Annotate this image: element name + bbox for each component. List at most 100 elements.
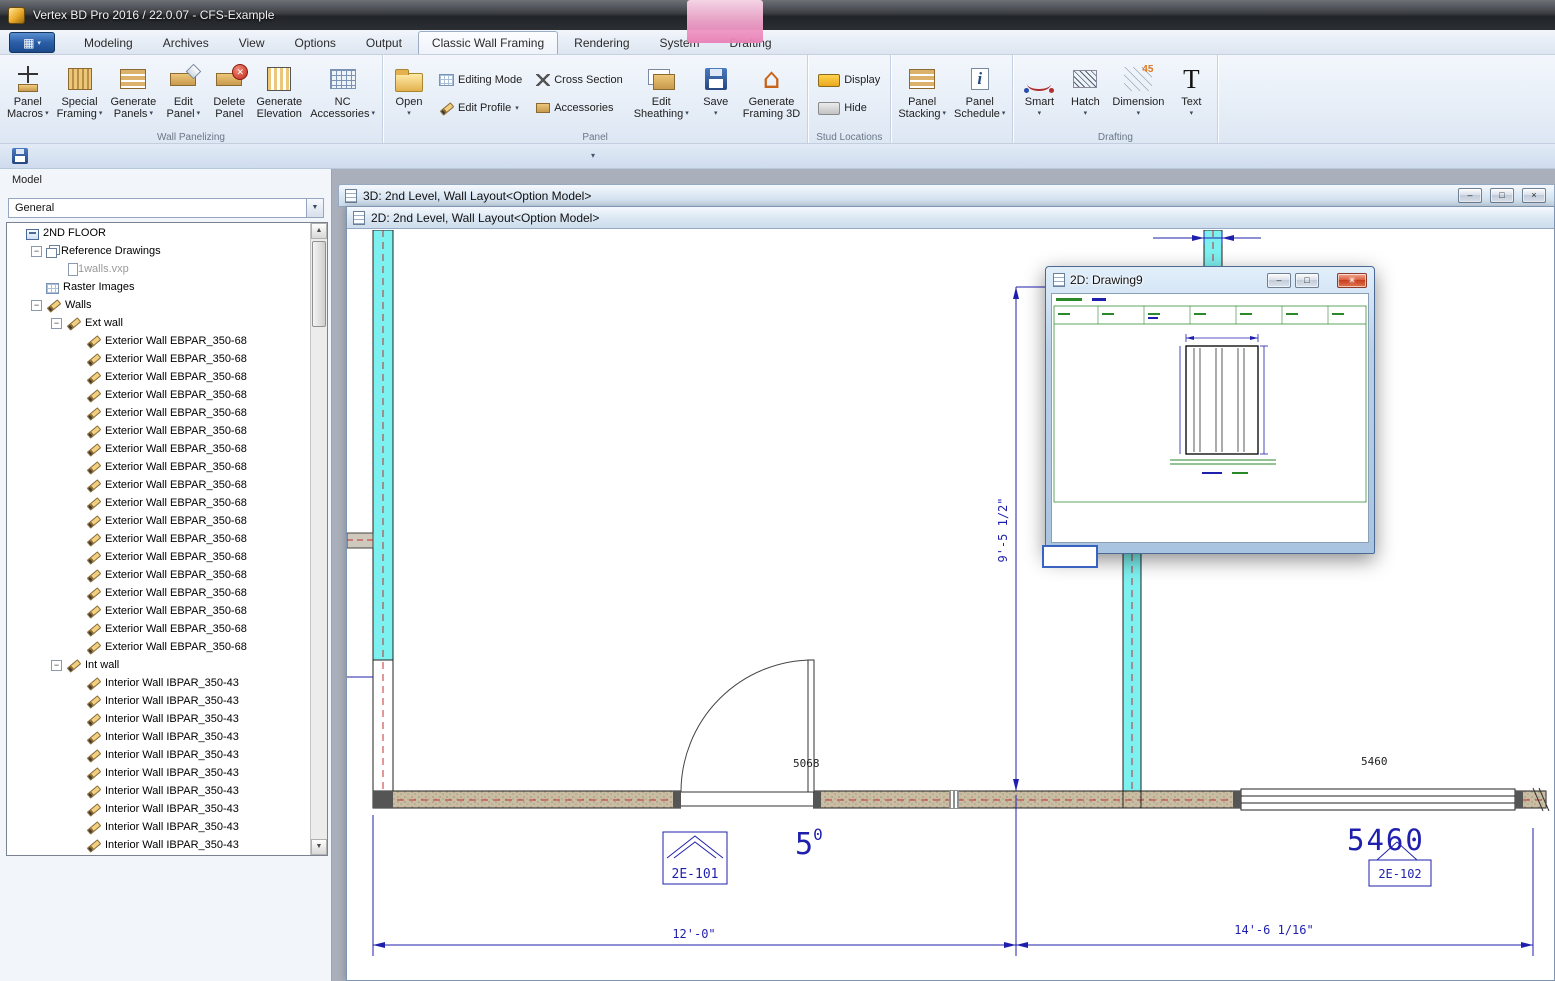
dimension-button[interactable]: Dimension▾	[1108, 57, 1168, 129]
tree-item[interactable]: Exterior Wall EBPAR_350-68	[7, 584, 310, 602]
save-icon[interactable]	[12, 148, 28, 164]
tree-item[interactable]: 1walls.vxp	[7, 260, 310, 278]
generate-elevation-button[interactable]: GenerateElevation	[252, 57, 306, 129]
close-icon[interactable]: ×	[1522, 188, 1546, 203]
tree-item[interactable]: Interior Wall IBPAR_350-43	[7, 746, 310, 764]
tree-expander[interactable]: −	[31, 300, 42, 311]
tree-scrollbar[interactable]: ▲ ▼	[310, 223, 327, 855]
button-label: Edit	[174, 96, 193, 108]
smart-button[interactable]: Smart▾	[1016, 57, 1062, 129]
tab-options[interactable]: Options	[281, 31, 350, 54]
tree-item[interactable]: Exterior Wall EBPAR_350-68	[7, 512, 310, 530]
nc-accessories-button[interactable]: NCAccessories▾	[306, 57, 379, 129]
generate-panels-button[interactable]: GeneratePanels▾	[106, 57, 160, 129]
tab-output[interactable]: Output	[352, 31, 416, 54]
tree-item[interactable]: Exterior Wall EBPAR_350-68	[7, 404, 310, 422]
open-button[interactable]: Open▾	[386, 57, 432, 129]
cross-section-button[interactable]: Cross Section	[531, 69, 627, 91]
close-icon[interactable]: ×	[1337, 273, 1367, 288]
tree-expander[interactable]: −	[31, 246, 42, 257]
display-button[interactable]: Display	[813, 69, 885, 91]
scrollbar-thumb[interactable]	[312, 241, 326, 327]
select-arrow-icon[interactable]: ▼	[306, 199, 323, 217]
bottom-dimensions[interactable]: 12'-0" 14'-6 1/16"	[373, 795, 1533, 956]
tree-item[interactable]: Exterior Wall EBPAR_350-68	[7, 332, 310, 350]
tree-item[interactable]: −Walls	[7, 296, 310, 314]
door-size-label[interactable]: 5068	[793, 757, 820, 770]
tree-item[interactable]: Exterior Wall EBPAR_350-68	[7, 548, 310, 566]
maximize-icon[interactable]: □	[1295, 273, 1319, 288]
front-window-titlebar[interactable]: 2D: 2nd Level, Wall Layout<Option Model>	[347, 207, 1554, 229]
tree-item[interactable]: Interior Wall IBPAR_350-43	[7, 782, 310, 800]
tree-item[interactable]: Exterior Wall EBPAR_350-68	[7, 386, 310, 404]
tree-item[interactable]: Interior Wall IBPAR_350-43	[7, 836, 310, 854]
restore-icon[interactable]: □	[1490, 188, 1514, 203]
scroll-down-icon[interactable]: ▼	[311, 839, 327, 855]
minimize-icon[interactable]: –	[1458, 188, 1482, 203]
tree-item[interactable]: −Reference Drawings	[7, 242, 310, 260]
tree-item[interactable]: Exterior Wall EBPAR_350-68	[7, 638, 310, 656]
door-tag[interactable]: 2E-101	[663, 832, 727, 884]
model-filter-select[interactable]: General ▼	[8, 198, 324, 218]
left-exterior-wall[interactable]	[373, 230, 393, 791]
tab-archives[interactable]: Archives	[149, 31, 223, 54]
door-panel-number[interactable]: 50	[795, 825, 823, 862]
accessories-button[interactable]: Accessories	[531, 97, 627, 119]
tree-item[interactable]: Exterior Wall EBPAR_350-68	[7, 422, 310, 440]
tree-expander[interactable]: −	[51, 318, 62, 329]
wall-junction-stub[interactable]	[347, 533, 373, 548]
delete-panel-button[interactable]: DeletePanel	[206, 57, 252, 129]
tree-item[interactable]: Exterior Wall EBPAR_350-68	[7, 476, 310, 494]
save-button[interactable]: Save▾	[693, 57, 739, 129]
tree-item[interactable]: Exterior Wall EBPAR_350-68	[7, 368, 310, 386]
tab-classic-wall-framing[interactable]: Classic Wall Framing	[418, 31, 558, 54]
generate-framing-3d-button[interactable]: GenerateFraming 3D	[739, 57, 804, 129]
edit-sheathing-button[interactable]: EditSheathing▾	[630, 57, 693, 129]
hatch-button[interactable]: Hatch▾	[1062, 57, 1108, 129]
scroll-up-icon[interactable]: ▲	[311, 223, 327, 239]
tree-item[interactable]: Exterior Wall EBPAR_350-68	[7, 566, 310, 584]
floating-window[interactable]: 2D: Drawing9 – □ ×	[1045, 266, 1375, 554]
tab-view[interactable]: View	[225, 31, 279, 54]
tree-item[interactable]: Exterior Wall EBPAR_350-68	[7, 458, 310, 476]
right-interior-wall[interactable]	[1123, 530, 1141, 791]
window-opening[interactable]	[1233, 789, 1523, 810]
minimize-icon[interactable]: –	[1267, 273, 1291, 288]
drawing9-content[interactable]	[1051, 293, 1369, 543]
tab-modeling[interactable]: Modeling	[70, 31, 147, 54]
tree-item[interactable]: Raster Images	[7, 278, 310, 296]
tree-item[interactable]: Interior Wall IBPAR_350-43	[7, 764, 310, 782]
special-framing-button[interactable]: SpecialFraming▾	[53, 57, 107, 129]
panel-stacking-button[interactable]: PanelStacking▾	[894, 57, 950, 129]
tree-item[interactable]: Exterior Wall EBPAR_350-68	[7, 530, 310, 548]
ribbon-collapse-icon[interactable]: ▾	[585, 149, 601, 163]
door-opening[interactable]	[673, 660, 821, 809]
tab-rendering[interactable]: Rendering	[560, 31, 643, 54]
tree-expander[interactable]: −	[51, 660, 62, 671]
tree-item[interactable]: Interior Wall IBPAR_350-43	[7, 728, 310, 746]
edit-panel-button[interactable]: EditPanel▾	[160, 57, 206, 129]
window-size-label[interactable]: 5460	[1361, 755, 1388, 768]
tree-item[interactable]: Exterior Wall EBPAR_350-68	[7, 440, 310, 458]
edit-profile-button[interactable]: Edit Profile▾	[434, 97, 527, 119]
tree-item[interactable]: Exterior Wall EBPAR_350-68	[7, 620, 310, 638]
tree-item[interactable]: Interior Wall IBPAR_350-43	[7, 800, 310, 818]
editing-mode-button[interactable]: Editing Mode	[434, 69, 527, 91]
tree-item[interactable]: Exterior Wall EBPAR_350-68	[7, 350, 310, 368]
tree-item[interactable]: −Ext wall	[7, 314, 310, 332]
panel-macros-button[interactable]: PanelMacros▾	[3, 57, 53, 129]
tree-item[interactable]: Interior Wall IBPAR_350-43	[7, 818, 310, 836]
tree-item[interactable]: Interior Wall IBPAR_350-43	[7, 674, 310, 692]
tree-item[interactable]: Exterior Wall EBPAR_350-68	[7, 494, 310, 512]
tree-item[interactable]: Interior Wall IBPAR_350-43	[7, 710, 310, 728]
tree-item[interactable]: Exterior Wall EBPAR_350-68	[7, 602, 310, 620]
tree-item[interactable]: −Int wall	[7, 656, 310, 674]
floating-window-titlebar[interactable]: 2D: Drawing9 – □ ×	[1051, 267, 1369, 293]
panel-schedule-button[interactable]: PanelSchedule▾	[950, 57, 1009, 129]
tree-item[interactable]: Interior Wall IBPAR_350-43	[7, 692, 310, 710]
text-button[interactable]: Text▾	[1168, 57, 1214, 129]
tree-item[interactable]: 2ND FLOOR	[7, 224, 310, 242]
app-menu-button[interactable]: ▦ ▾	[9, 32, 55, 53]
back-window-titlebar[interactable]: 3D: 2nd Level, Wall Layout<Option Model>…	[338, 184, 1555, 207]
hide-button[interactable]: Hide	[813, 97, 885, 119]
